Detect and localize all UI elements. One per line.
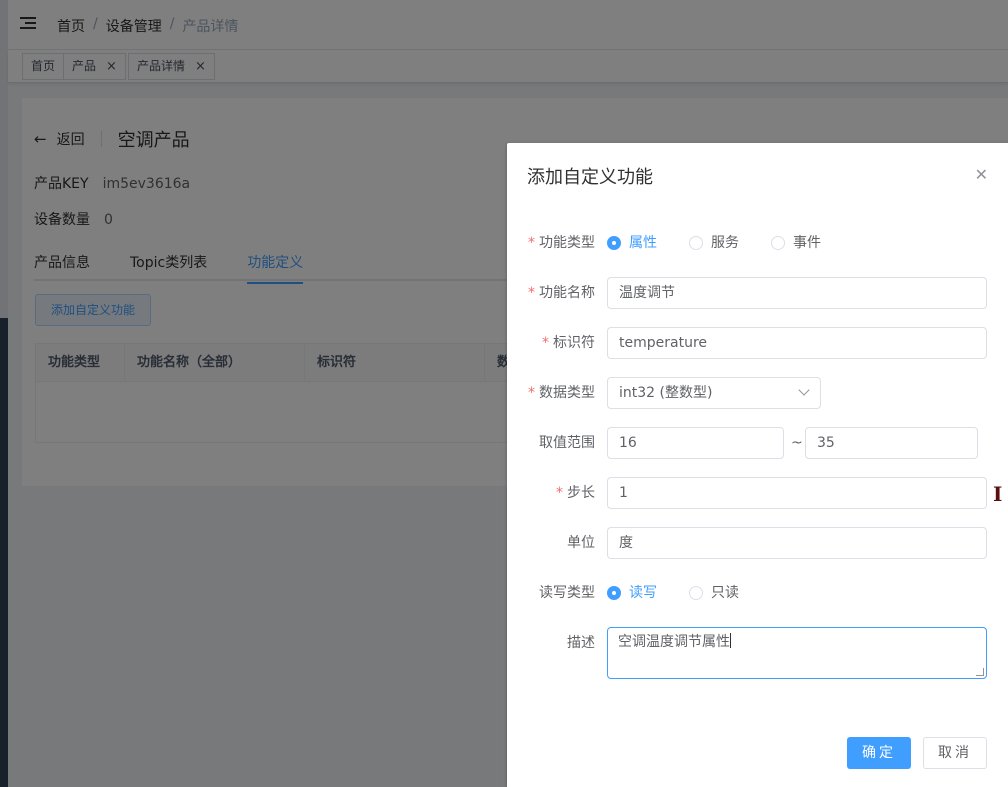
unit-input[interactable]: 度 xyxy=(607,527,987,559)
rw-type-radios: 读写 只读 xyxy=(607,577,771,609)
close-icon[interactable]: ✕ xyxy=(975,165,988,184)
data-type-value: int32 (整数型) xyxy=(619,385,713,401)
radio-service[interactable]: 服务 xyxy=(689,227,739,259)
function-name-row: * 功能名称 温度调节 xyxy=(507,277,1008,309)
identifier-row: * 标识符 temperature xyxy=(507,327,1008,359)
function-type-radios: 属性 服务 事件 xyxy=(607,227,853,259)
cancel-button[interactable]: 取消 xyxy=(923,737,987,769)
step-row: * 步长 1 I xyxy=(507,477,1008,509)
rw-type-label: 读写类型 xyxy=(539,585,595,601)
add-function-dialog: 添加自定义功能 ✕ * 功能类型 属性 服务 事件 * 功能名称 温度调节 * 标识符… xyxy=(507,143,1008,787)
function-name-label: * 功能名称 xyxy=(528,285,595,301)
radio-read-only[interactable]: 只读 xyxy=(689,577,739,609)
resize-handle-icon[interactable] xyxy=(976,668,984,676)
function-name-input[interactable]: 温度调节 xyxy=(607,277,987,309)
value-range-label: 取值范围 xyxy=(539,435,595,451)
data-type-select[interactable]: int32 (整数型) xyxy=(607,377,821,409)
radio-event[interactable]: 事件 xyxy=(771,227,821,259)
dialog-title: 添加自定义功能 xyxy=(527,167,653,188)
identifier-label: * 标识符 xyxy=(542,335,595,351)
description-textarea[interactable]: 空调温度调节属性 xyxy=(607,627,987,679)
range-separator: ~ xyxy=(791,435,803,451)
description-label: 描述 xyxy=(567,635,595,651)
range-max-input[interactable]: 35 xyxy=(805,427,978,459)
data-type-label: * 数据类型 xyxy=(528,385,595,401)
function-type-label: * 功能类型 xyxy=(528,235,595,251)
value-range-row: 取值范围 16 ~ 35 xyxy=(507,427,1008,459)
confirm-button[interactable]: 确定 xyxy=(847,737,911,769)
unit-row: 单位 度 xyxy=(507,527,1008,559)
radio-property[interactable]: 属性 xyxy=(607,227,657,259)
step-input[interactable]: 1 I xyxy=(607,477,1002,509)
description-row: 描述 空调温度调节属性 xyxy=(507,627,1008,679)
unit-label: 单位 xyxy=(567,535,595,551)
chevron-down-icon xyxy=(798,384,810,396)
radio-read-write[interactable]: 读写 xyxy=(607,577,657,609)
rw-type-row: 读写类型 读写 只读 xyxy=(507,577,1008,609)
data-type-row: * 数据类型 int32 (整数型) xyxy=(507,377,1008,409)
step-label: * 步长 xyxy=(556,485,595,501)
text-cursor-icon: I xyxy=(993,482,1003,506)
identifier-input[interactable]: temperature xyxy=(607,327,987,359)
range-min-input[interactable]: 16 xyxy=(607,427,784,459)
function-type-row: * 功能类型 属性 服务 事件 xyxy=(507,227,1008,259)
